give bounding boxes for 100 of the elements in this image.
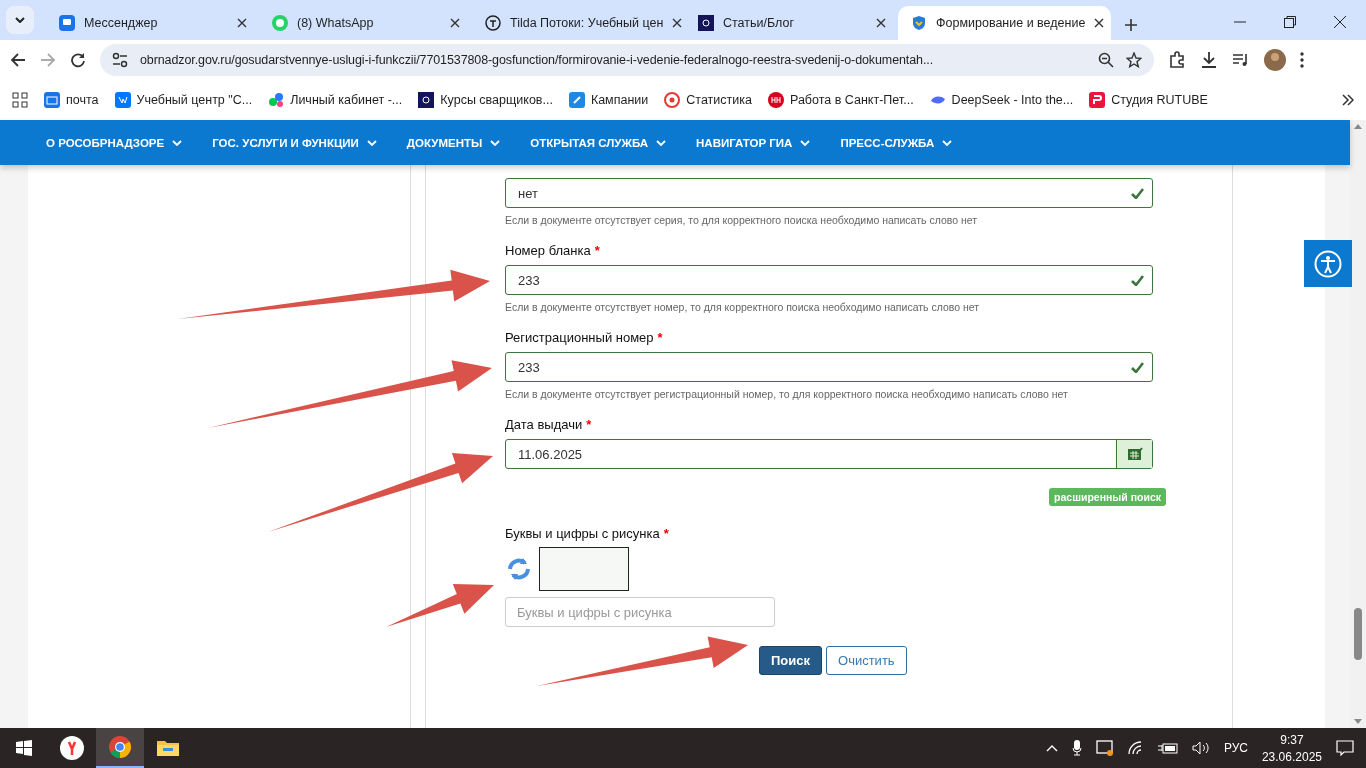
checkmark-icon — [1131, 187, 1144, 199]
field-label: Буквы и цифры с рисунка — [505, 526, 660, 541]
accessibility-icon — [1314, 249, 1342, 278]
profile-avatar-icon[interactable] — [1264, 49, 1286, 71]
caret-icon — [490, 139, 501, 146]
required-mark: * — [586, 417, 592, 432]
accessibility-button[interactable] — [1304, 240, 1352, 287]
checkmark-icon — [1131, 361, 1144, 373]
nav-menu-item[interactable]: ОТКРЫТАЯ СЛУЖБА — [530, 136, 667, 149]
clear-button[interactable]: Очистить — [826, 646, 907, 675]
caret-icon — [172, 139, 183, 146]
bookmark[interactable]: Личный кабинет -... — [268, 92, 403, 108]
close-icon[interactable] — [876, 18, 886, 28]
checkmark-icon — [1131, 274, 1144, 286]
close-icon[interactable] — [672, 18, 683, 28]
clock-time[interactable]: 9:37 — [1280, 732, 1304, 747]
bookmark[interactable]: DeepSeek - Into the... — [929, 92, 1074, 108]
new-tab-icon[interactable] — [1125, 19, 1137, 31]
speaker-icon[interactable] — [1191, 741, 1210, 755]
nav-menu-item[interactable]: ПРЕСС-СЛУЖБА — [840, 136, 953, 149]
letter-circle-icon — [485, 15, 501, 31]
bookmark[interactable]: Учебный центр "С... — [114, 92, 253, 108]
back-arrow-icon[interactable] — [10, 52, 26, 68]
nav-menu-item[interactable]: ДОКУМЕНТЫ — [406, 136, 501, 149]
hint-text: Если в документе отсутствует серия, то для корректного поиска необходимо написать слово нет — [505, 214, 979, 226]
scroll-up-icon[interactable] — [1354, 124, 1362, 129]
scrollbar-thumb[interactable] — [1354, 608, 1362, 660]
bookmark[interactable]: Статистика — [664, 92, 752, 108]
caret-icon — [800, 139, 811, 146]
apps-grid-icon[interactable] — [12, 92, 28, 108]
caret-icon — [942, 139, 953, 146]
close-icon[interactable] — [237, 18, 247, 28]
browser-tab[interactable]: (8) WhatsApp — [259, 6, 472, 40]
chrome-logo-icon — [108, 735, 132, 759]
calendar-icon — [1126, 447, 1143, 461]
address-bar[interactable]: obrnadzor.gov.ru/gosudarstvennye-uslugi-i-funkczii/7701537808-gosfunction/formirovanie-i-vedenie-federalnogo-reestra-svedenij-o-dokumentah... — [100, 44, 1154, 76]
wifi-icon[interactable] — [1127, 741, 1144, 755]
browser-tab[interactable]: Статьи/Блог — [685, 6, 898, 40]
bookmark[interactable]: Кампании — [568, 92, 649, 108]
zoom-icon[interactable] — [1098, 52, 1114, 68]
vk-logo-icon — [114, 92, 131, 108]
clock-date[interactable]: 23.06.2025 — [1261, 749, 1322, 764]
calendar-button[interactable] — [1116, 440, 1152, 468]
rutube-logo-icon — [1089, 92, 1106, 108]
chat-icon — [59, 15, 75, 31]
captcha-input-field[interactable]: Буквы и цифры с рисунка — [505, 597, 775, 627]
battery-charging-icon[interactable] — [1157, 742, 1178, 754]
bookmark[interactable]: Работа в Санкт-Пет... — [767, 92, 914, 108]
screen-sync-icon[interactable] — [1095, 740, 1114, 756]
browser-logo-icon — [60, 736, 84, 760]
notification-icon[interactable] — [1336, 740, 1354, 756]
browser-tab[interactable]: Tilda Потоки: Учебный цен — [472, 6, 685, 40]
phone-bubble-icon — [272, 15, 288, 31]
bookmark[interactable]: Курсы сварщиков... — [418, 92, 553, 108]
hint-text: Если в документе отсутствует номер, то для корректного поиска необходимо написать слово нет — [505, 301, 981, 313]
reload-icon[interactable] — [70, 52, 86, 68]
required-mark: * — [657, 330, 663, 345]
mail-icon — [44, 92, 60, 108]
field-label: Номер бланка — [505, 243, 591, 258]
nav-menu-item[interactable]: ГОС. УСЛУГИ И ФУНКЦИИ — [212, 136, 377, 149]
nav-menu-item[interactable]: НАВИГАТОР ГИА — [696, 136, 811, 149]
browser-tab[interactable]: Формирование и ведение — [898, 6, 1111, 40]
star-icon[interactable] — [1126, 52, 1142, 68]
target-icon — [664, 92, 681, 108]
extensions-icon[interactable] — [1168, 51, 1186, 69]
language-indicator[interactable]: РУС — [1223, 741, 1248, 755]
shield-icon — [911, 15, 927, 31]
search-button[interactable]: Поиск — [759, 646, 822, 675]
caret-icon — [656, 139, 667, 146]
close-icon[interactable] — [1094, 18, 1105, 28]
required-mark: * — [663, 526, 669, 541]
tab-search-button[interactable] — [6, 6, 34, 34]
media-controls-icon[interactable] — [1232, 51, 1250, 69]
bookmark[interactable]: Студия RUTUBE — [1089, 92, 1208, 108]
colored-dots-icon — [268, 92, 285, 108]
close-icon[interactable] — [1334, 16, 1346, 28]
caret-icon — [15, 17, 25, 23]
required-mark: * — [594, 243, 600, 258]
browser-tab[interactable]: Мессенджер — [46, 6, 259, 40]
windows-logo-icon — [16, 740, 32, 756]
hint-text: Если в документе отсутствует регистрационный номер, то для корректного поиска необходимо написать слово нет — [505, 388, 1069, 400]
scroll-down-icon[interactable] — [1354, 719, 1362, 724]
menu-icon[interactable] — [1300, 52, 1304, 68]
scrollbar[interactable] — [1350, 120, 1366, 728]
double-chevron-icon[interactable] — [1342, 94, 1354, 106]
restore-icon[interactable] — [1284, 16, 1296, 28]
bookmark[interactable]: почта — [44, 92, 99, 108]
input-field[interactable]: 233 — [505, 352, 1153, 382]
chevron-up-icon[interactable] — [1045, 744, 1058, 752]
close-icon[interactable] — [450, 18, 460, 28]
date-field[interactable]: 11.06.2025 — [505, 439, 1153, 469]
input-field[interactable]: 233 — [505, 265, 1153, 295]
download-icon[interactable] — [1200, 51, 1218, 69]
caret-icon — [366, 139, 377, 146]
microphone-icon[interactable] — [1071, 740, 1082, 756]
dark-square-icon — [698, 15, 714, 31]
input-field[interactable]: нет — [505, 178, 1153, 208]
nav-menu-item[interactable]: О РОСОБРНАДЗОРЕ — [46, 136, 183, 149]
site-settings-icon[interactable] — [112, 52, 128, 68]
field-label: Дата выдачи — [505, 417, 583, 432]
